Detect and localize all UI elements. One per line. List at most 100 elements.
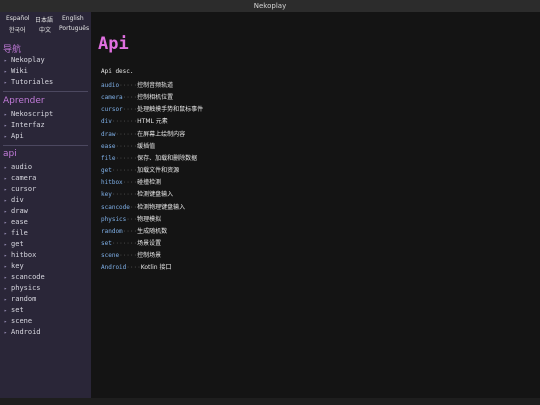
api-row-android: Android····Kotlin 接口 (101, 264, 171, 272)
api-description: 保存、加载和删除数据 (137, 154, 198, 162)
lang-zh[interactable]: 中文 (39, 25, 51, 34)
window-title: Nekoplay (253, 2, 287, 10)
sidebar-item-random[interactable]: ▸ random (4, 295, 36, 305)
dot-leader: ······· (111, 191, 138, 199)
dot-leader: ···· (122, 227, 138, 235)
sidebar-item-android[interactable]: ▸ Android (4, 328, 41, 338)
api-description: 检测键盘输入 (137, 191, 174, 199)
api-description: 检测物理键盘输入 (137, 203, 186, 211)
app-window: Nekoplay Español 日本語 English 한국어 中文 Port… (0, 0, 540, 405)
sidebar-item-key[interactable]: ▸ key (4, 262, 24, 272)
sidebar-item-camera[interactable]: ▸ camera (4, 174, 36, 184)
chevron-right-icon: ▸ (4, 253, 8, 259)
sidebar-item-set[interactable]: ▸ set (4, 306, 24, 316)
api-description: 加载文件和资源 (137, 167, 180, 175)
sidebar-item-label: div (11, 196, 24, 204)
dot-leader: ···· (122, 179, 138, 187)
api-description: 控制相机位置 (137, 94, 174, 102)
sidebar-item-physics[interactable]: ▸ physics (4, 284, 41, 294)
api-link[interactable]: div (101, 118, 112, 125)
sidebar-item-scene[interactable]: ▸ scene (4, 317, 32, 327)
api-link[interactable]: Android (101, 264, 126, 271)
api-description: 控制场景 (137, 252, 162, 260)
api-row-physics: physics···物理模拟 (101, 216, 161, 224)
api-link[interactable]: file (101, 155, 115, 162)
api-row-audio: audio·····控制音频轨道 (101, 82, 173, 90)
sidebar-item-file[interactable]: ▸ file (4, 229, 28, 239)
chevron-right-icon: ▸ (4, 123, 8, 129)
api-link[interactable]: random (101, 228, 123, 235)
sidebar-item-label: scene (11, 317, 33, 325)
section-title-nav: 导航 (3, 45, 22, 55)
chevron-right-icon: ▸ (4, 286, 8, 292)
api-row-random: random····生成随机数 (101, 228, 167, 236)
sidebar-item-label: audio (11, 163, 33, 171)
api-description: 生成随机数 (137, 227, 168, 235)
chevron-right-icon: ▸ (4, 297, 8, 303)
sidebar-item-cursor[interactable]: ▸ cursor (4, 185, 36, 195)
api-row-file: file······保存、加载和删除数据 (101, 155, 197, 163)
chevron-right-icon: ▸ (4, 165, 8, 171)
api-description: 处理触摸手势和鼠标事件 (137, 106, 204, 114)
api-row-div: div·······HTML 元素 (101, 118, 168, 126)
chevron-right-icon: ▸ (4, 187, 8, 193)
chevron-right-icon: ▸ (4, 242, 8, 248)
chevron-right-icon: ▸ (4, 198, 8, 204)
api-link[interactable]: draw (101, 131, 115, 138)
sidebar-item-label: scancode (11, 273, 45, 281)
api-description: 场景设置 (137, 239, 162, 247)
sidebar-item-interfaz[interactable]: ▸ Interfaz (4, 121, 45, 131)
dot-leader: ···· (122, 106, 138, 114)
chevron-right-icon: ▸ (4, 134, 8, 140)
sidebar-item-draw[interactable]: ▸ draw (4, 207, 28, 217)
dot-leader: ······· (111, 239, 138, 247)
sidebar-item-tutoriales[interactable]: ▸ Tutoriales (4, 78, 53, 88)
api-description: 碰撞检测 (137, 179, 162, 187)
lang-pt[interactable]: Português (59, 25, 89, 32)
sidebar-item-nekoplay[interactable]: ▸ Nekoplay (4, 56, 45, 66)
sidebar: Español 日本語 English 한국어 中文 Português 导航 … (0, 12, 91, 398)
api-link[interactable]: camera (101, 94, 123, 101)
api-row-ease: ease······缓插值 (101, 143, 155, 151)
main-content: Api Api desc. audio·····控制音频轨道 camera····… (91, 12, 540, 398)
dot-leader: ···· (122, 94, 138, 102)
api-link[interactable]: ease (101, 143, 115, 150)
window-bottom-border (0, 398, 540, 405)
sidebar-item-label: cursor (11, 185, 37, 193)
lang-es[interactable]: Español (6, 15, 30, 22)
sidebar-item-div[interactable]: ▸ div (4, 196, 24, 206)
api-link[interactable]: scancode (101, 204, 130, 211)
api-description: HTML 元素 (137, 118, 168, 126)
sidebar-item-label: file (11, 229, 28, 237)
sidebar-item-nekoscript[interactable]: ▸ Nekoscript (4, 110, 53, 120)
api-link[interactable]: scene (101, 252, 119, 259)
sidebar-item-ease[interactable]: ▸ ease (4, 218, 28, 228)
api-description: Kotlin 接口 (140, 264, 172, 272)
api-link[interactable]: cursor (101, 106, 123, 113)
page-description: Api desc. (101, 68, 134, 75)
api-link[interactable]: key (101, 191, 112, 198)
api-link[interactable]: audio (101, 82, 119, 89)
lang-ko[interactable]: 한국어 (9, 25, 26, 34)
section-divider (3, 91, 88, 92)
chevron-right-icon: ▸ (4, 176, 8, 182)
api-link[interactable]: get (101, 167, 112, 174)
sidebar-item-audio[interactable]: ▸ audio (4, 163, 32, 173)
api-link[interactable]: physics (101, 216, 126, 223)
lang-ja[interactable]: 日本語 (35, 15, 53, 24)
sidebar-item-get[interactable]: ▸ get (4, 240, 24, 250)
sidebar-item-api[interactable]: ▸ Api (4, 132, 24, 142)
api-link[interactable]: hitbox (101, 179, 123, 186)
dot-leader: ····· (119, 82, 138, 89)
sidebar-item-label: Interfaz (11, 121, 45, 129)
sidebar-item-hitbox[interactable]: ▸ hitbox (4, 251, 36, 261)
api-link[interactable]: set (101, 240, 112, 247)
api-row-scancode: scancode··检测物理键盘输入 (101, 204, 185, 212)
sidebar-item-wiki[interactable]: ▸ Wiki (4, 67, 28, 77)
chevron-right-icon: ▸ (4, 330, 8, 336)
dot-leader: ······· (111, 167, 138, 175)
sidebar-item-scancode[interactable]: ▸ scancode (4, 273, 45, 283)
lang-en[interactable]: English (62, 15, 84, 22)
api-row-camera: camera····控制相机位置 (101, 94, 173, 102)
sidebar-item-label: random (11, 295, 37, 303)
